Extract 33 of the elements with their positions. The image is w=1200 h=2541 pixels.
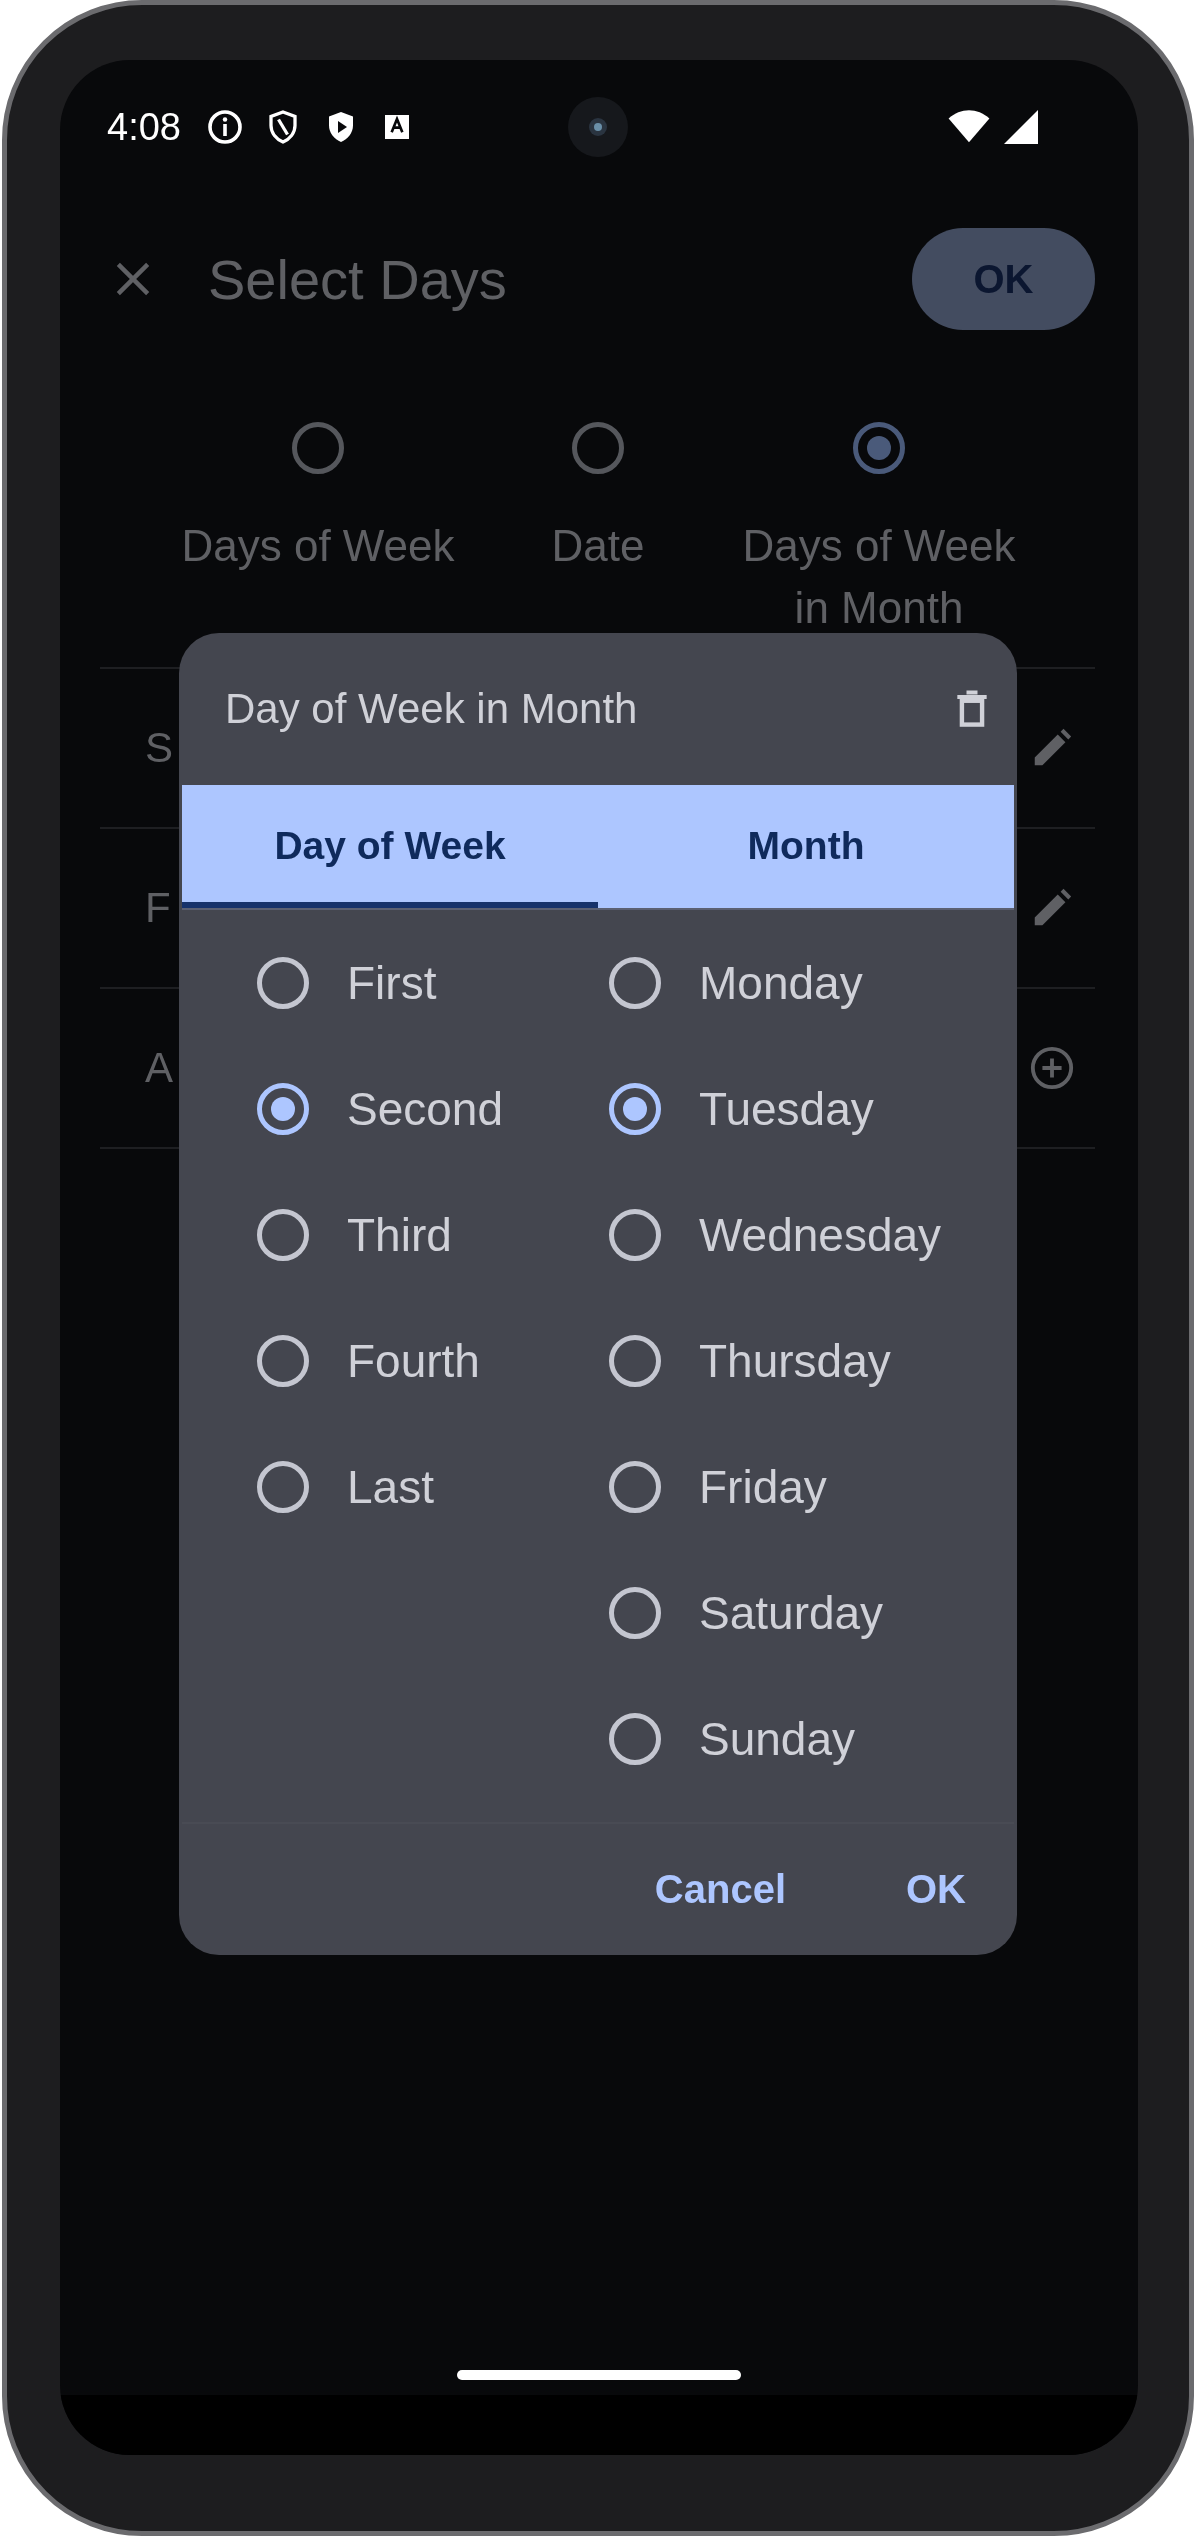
cancel-button[interactable]: Cancel xyxy=(634,1855,806,1924)
option-label: Tuesday xyxy=(699,1082,874,1136)
option-label: Saturday xyxy=(699,1586,884,1640)
tab[interactable]: Month xyxy=(598,785,1014,908)
option-label: Date xyxy=(551,520,645,572)
option-label: Wednesday xyxy=(699,1208,942,1262)
plus-circle-icon[interactable] xyxy=(1029,1045,1075,1091)
tab[interactable]: Day of Week xyxy=(182,785,598,908)
option-label: Sunday xyxy=(699,1712,855,1766)
radio-button[interactable] xyxy=(292,422,344,474)
status-time: 4:08 xyxy=(107,105,181,149)
option-label: Monday xyxy=(699,956,863,1010)
option-label: Friday xyxy=(699,1460,827,1514)
option-label: First xyxy=(347,956,437,1010)
row-label: F xyxy=(145,884,171,932)
option-label: Thursday xyxy=(699,1334,891,1388)
signal-icon xyxy=(1004,110,1038,144)
row-label: S xyxy=(145,724,173,772)
option-label: Second xyxy=(347,1082,503,1136)
camera-hole xyxy=(568,97,628,157)
option-label: Fourth xyxy=(347,1334,480,1388)
info-icon xyxy=(206,109,243,145)
option-label: Days of Week in Month xyxy=(741,520,1017,634)
option-label: Days of Week xyxy=(181,520,455,572)
option-label: Third xyxy=(347,1208,452,1262)
ok-button[interactable]: OK xyxy=(886,1855,986,1924)
screen-title: Select Days xyxy=(208,246,507,312)
radio-button[interactable] xyxy=(572,422,624,474)
option-label: Last xyxy=(347,1460,434,1514)
radio-button[interactable] xyxy=(853,422,905,474)
row-label: A xyxy=(145,1044,173,1092)
dialog-title: Day of Week in Month xyxy=(225,685,638,733)
wifi-icon xyxy=(948,110,990,144)
